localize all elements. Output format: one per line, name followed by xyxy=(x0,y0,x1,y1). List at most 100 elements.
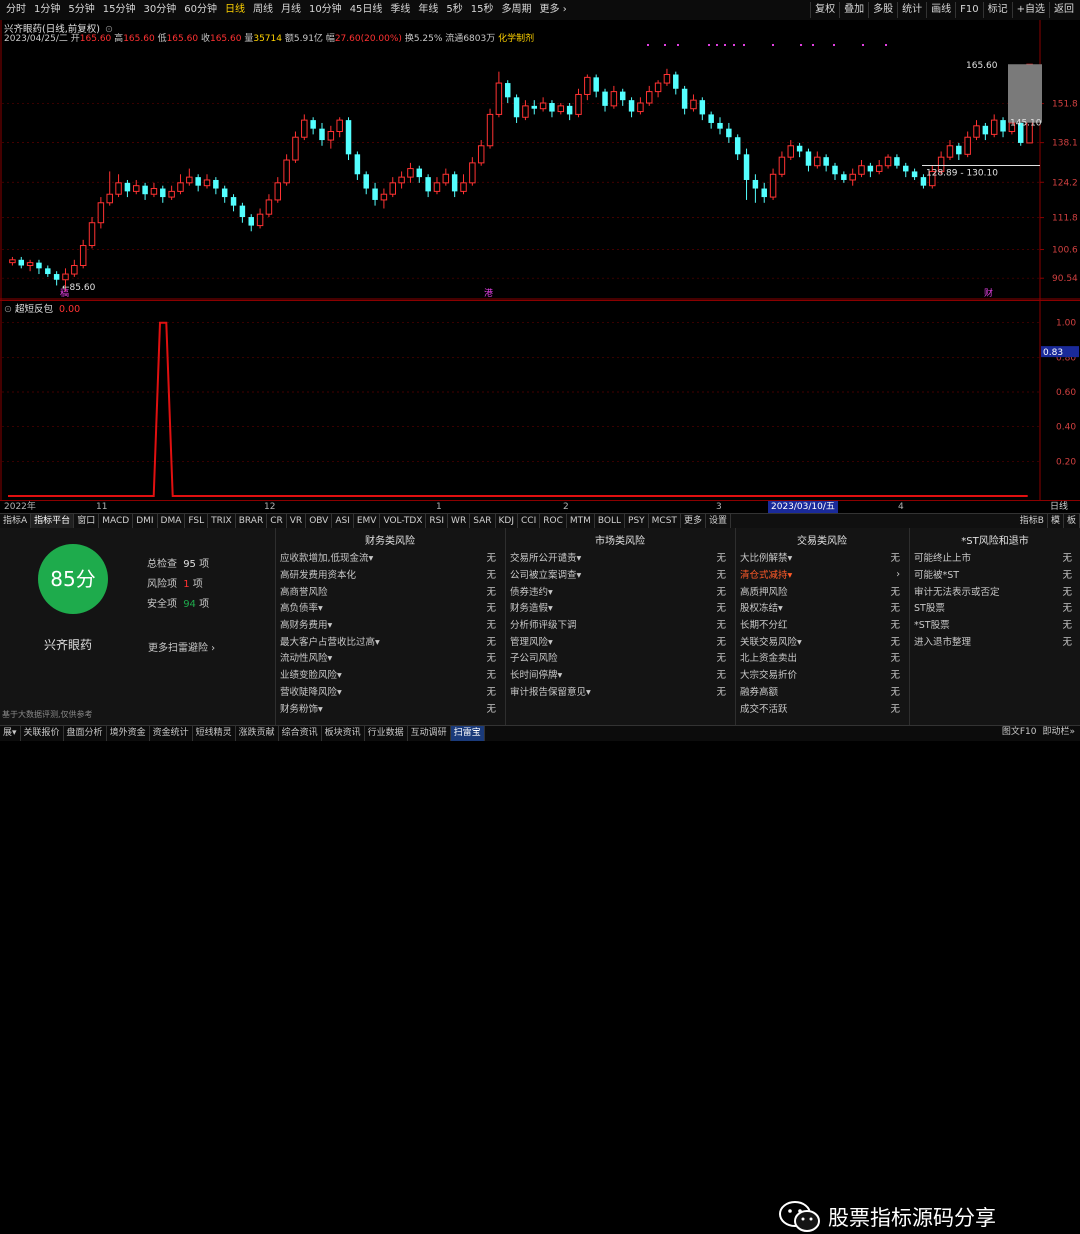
period-tab[interactable]: 45日线 xyxy=(346,2,387,18)
indicator-tab[interactable]: FSL xyxy=(185,514,209,528)
risk-item[interactable]: 分析师评级下调 无 xyxy=(506,616,734,633)
risk-item[interactable]: 高研发费用资本化 无 xyxy=(276,566,504,583)
sector-label[interactable]: 化学制剂 xyxy=(498,34,534,44)
risk-item[interactable]: 财务粉饰▾ 无 xyxy=(276,699,504,716)
risk-item[interactable]: 进入退市整理 无 xyxy=(910,632,1080,649)
period-tab[interactable]: 日线 xyxy=(221,2,249,18)
indicator-tab[interactable]: MTM xyxy=(567,514,595,528)
period-tab[interactable]: 5分钟 xyxy=(64,2,98,18)
indicator-tab[interactable]: KDJ xyxy=(496,514,518,528)
indicator-tab[interactable]: TRIX xyxy=(208,514,236,528)
risk-item[interactable]: 北上资金卖出 无 xyxy=(736,649,908,666)
indicator-settings-icon[interactable]: ⊙ xyxy=(4,304,12,315)
bottom-tab[interactable]: 短线精灵 xyxy=(193,726,236,741)
indicator-tab[interactable]: ASI xyxy=(332,514,354,528)
risk-item[interactable]: 流动性风险▾ 无 xyxy=(276,649,504,666)
event-marker[interactable]: 稿 xyxy=(60,287,69,299)
risk-item[interactable]: 业绩变脸风险▾ 无 xyxy=(276,666,504,683)
indicator-tab[interactable]: 设置 xyxy=(706,514,731,528)
period-tab[interactable]: 年线 xyxy=(414,2,442,18)
indicator-tab[interactable]: 模 xyxy=(1048,514,1064,528)
period-tab[interactable]: 更多 › xyxy=(536,2,571,18)
period-tab[interactable]: 周线 xyxy=(249,2,277,18)
toolbar-button[interactable]: 复权 xyxy=(810,2,839,18)
indicator-tab[interactable]: RSI xyxy=(426,514,449,528)
indicator-tab[interactable]: 指标平台 xyxy=(31,514,75,528)
toolbar-button[interactable]: F10 xyxy=(955,2,982,18)
period-tab[interactable]: 月线 xyxy=(277,2,305,18)
candlestick-chart[interactable]: 151.8 138.1 124.2 111.8 100.6 90.54 165.60 145.… xyxy=(0,20,1080,300)
indicator-tab[interactable]: 指标B xyxy=(1017,514,1048,528)
risk-item[interactable]: 审计无法表示或否定 无 xyxy=(910,582,1080,599)
bottom-tab[interactable]: 板块资讯 xyxy=(322,726,365,741)
risk-item[interactable]: 高负债率▾ 无 xyxy=(276,599,504,616)
indicator-tab[interactable]: OBV xyxy=(306,514,333,528)
risk-item[interactable]: ST股票 无 xyxy=(910,599,1080,616)
event-marker[interactable]: 港 xyxy=(484,287,493,299)
event-marker[interactable]: 财 xyxy=(984,287,993,299)
period-tab[interactable]: 5秒 xyxy=(442,2,466,18)
risk-item[interactable]: 审计报告保留意见▾ 无 xyxy=(506,683,734,700)
risk-item[interactable]: 可能终止上市 无 xyxy=(910,549,1080,566)
indicator-tab[interactable]: EMV xyxy=(354,514,381,528)
period-tab[interactable]: 10分钟 xyxy=(305,2,346,18)
indicator-tab[interactable]: DMI xyxy=(133,514,158,528)
indicator-tab[interactable]: VOL-TDX xyxy=(380,514,427,528)
bottom-tab[interactable]: 关联报价 xyxy=(21,726,64,741)
period-tab[interactable]: 分时 xyxy=(2,2,30,18)
period-tab[interactable]: 15分钟 xyxy=(99,2,140,18)
risk-item[interactable]: 公司被立案调查▾ 无 xyxy=(506,566,734,583)
indicator-tab[interactable]: WR xyxy=(448,514,471,528)
bottom-tab[interactable]: 资金统计 xyxy=(150,726,193,741)
indicator-tab[interactable]: 窗口 xyxy=(74,514,100,528)
bottom-tab[interactable]: 行业数据 xyxy=(365,726,408,741)
bottom-tab[interactable]: 境外资金 xyxy=(107,726,150,741)
toolbar-button[interactable]: 返回 xyxy=(1049,2,1078,18)
indicator-tab[interactable]: BRAR xyxy=(236,514,268,528)
risk-item[interactable]: 关联交易风险▾ 无 xyxy=(736,632,908,649)
risk-item[interactable]: 长期不分红 无 xyxy=(736,616,908,633)
bottom-tab[interactable]: 互动调研 xyxy=(408,726,451,741)
indicator-svg[interactable]: 1.000.800.600.400.200.83 xyxy=(0,300,1080,500)
risk-item[interactable]: 债券违约▾ 无 xyxy=(506,582,734,599)
indicator-tab[interactable]: 更多 xyxy=(681,514,706,528)
indicator-tab[interactable]: MCST xyxy=(649,514,681,528)
risk-item[interactable]: 大宗交易折价 无 xyxy=(736,666,908,683)
toolbar-button[interactable]: 多股 xyxy=(868,2,897,18)
risk-item[interactable]: 成交不活跃 无 xyxy=(736,699,908,716)
indicator-tab[interactable]: CR xyxy=(267,514,287,528)
risk-item[interactable]: 可能被*ST 无 xyxy=(910,566,1080,583)
risk-item[interactable]: 清仓式减持▾ › xyxy=(736,566,908,583)
risk-item[interactable]: 子公司风险 无 xyxy=(506,649,734,666)
risk-item[interactable]: 高质押风险 无 xyxy=(736,582,908,599)
toolbar-button[interactable]: 叠加 xyxy=(839,2,868,18)
bottom-link[interactable]: 图文F10 xyxy=(999,725,1040,740)
candlestick-svg[interactable]: 151.8 138.1 124.2 111.8 100.6 90.54 165.60 145.… xyxy=(0,20,1080,300)
period-tab[interactable]: 15秒 xyxy=(467,2,498,18)
bottom-tab[interactable]: 涨跌贡献 xyxy=(236,726,279,741)
risk-item[interactable]: 营收陡降风险▾ 无 xyxy=(276,683,504,700)
bottom-tab[interactable]: 综合资讯 xyxy=(279,726,322,741)
toolbar-button[interactable]: 统计 xyxy=(897,2,926,18)
bottom-tab[interactable]: 盘面分析 xyxy=(64,726,107,741)
indicator-tab[interactable]: BOLL xyxy=(595,514,626,528)
bottom-link[interactable]: 即动栏» xyxy=(1039,725,1078,740)
indicator-tab[interactable]: SAR xyxy=(470,514,496,528)
risk-item[interactable]: 最大客户占营收比过高▾ 无 xyxy=(276,632,504,649)
risk-item[interactable]: 融券高额 无 xyxy=(736,683,908,700)
risk-item[interactable]: 股权冻结▾ 无 xyxy=(736,599,908,616)
risk-item[interactable]: 应收款增加,低现金流▾ 无 xyxy=(276,549,504,566)
risk-item[interactable]: *ST股票 无 xyxy=(910,616,1080,633)
toolbar-button[interactable]: 标记 xyxy=(982,2,1012,18)
indicator-tab[interactable]: 指标A xyxy=(0,514,32,528)
risk-item[interactable]: 财务造假▾ 无 xyxy=(506,599,734,616)
indicator-tab[interactable]: VR xyxy=(287,514,307,528)
risk-item[interactable]: 长时间停牌▾ 无 xyxy=(506,666,734,683)
period-tab[interactable]: 30分钟 xyxy=(139,2,180,18)
bottom-tab[interactable]: 展▾ xyxy=(0,726,21,741)
indicator-tab[interactable]: PSY xyxy=(625,514,649,528)
risk-item[interactable]: 交易所公开谴责▾ 无 xyxy=(506,549,734,566)
indicator-tab[interactable]: 板 xyxy=(1064,514,1080,528)
period-tab[interactable]: 多周期 xyxy=(498,2,536,18)
indicator-tab[interactable]: DMA xyxy=(158,514,186,528)
